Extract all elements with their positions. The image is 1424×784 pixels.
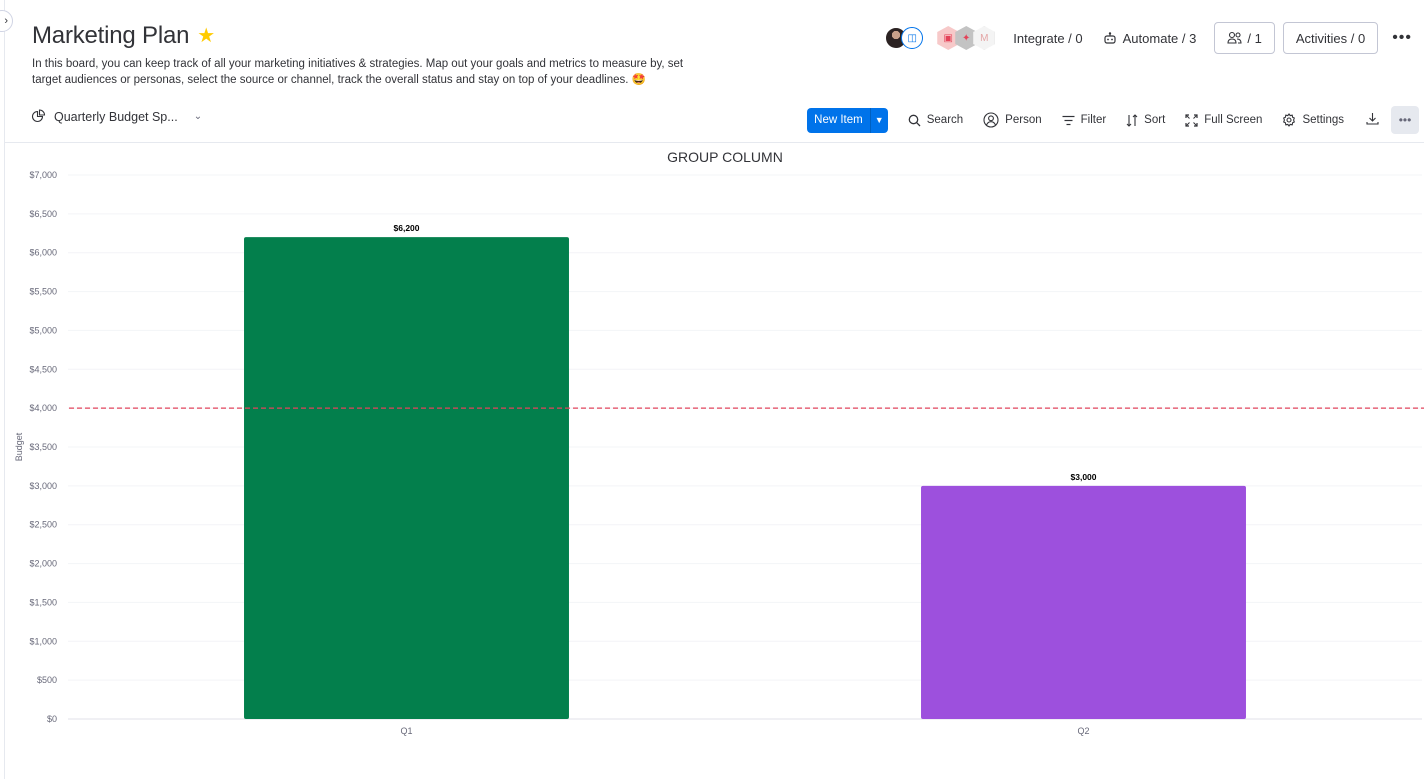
new-item-dropdown[interactable]: ▼ [869,107,888,133]
board-header: Marketing Plan ★ In this board, you can … [32,22,692,88]
automate-button[interactable]: Automate / 3 [1093,31,1207,46]
robot-icon [1104,32,1116,44]
y-tick-label: $2,500 [29,520,57,530]
new-item-button[interactable]: New Item ▼ [807,107,888,133]
toolbar-more-button[interactable]: ••• [1391,106,1419,134]
search-label: Search [926,114,964,126]
board-description: In this board, you can keep track of all… [32,58,684,86]
pie-chart-icon [31,109,46,123]
integrate-label: Integrate / 0 [1013,30,1083,46]
bars: $6,200 $3,000 [244,223,1246,719]
integrate-button[interactable]: Integrate / 0 [1003,31,1092,46]
filter-button[interactable]: Filter [1052,114,1117,126]
sort-button[interactable]: Sort [1116,113,1175,127]
board-title[interactable]: Marketing Plan [32,22,189,50]
bar-q1[interactable] [244,237,569,719]
chevron-right-icon: › [4,15,8,27]
y-tick-label: $3,500 [29,442,57,452]
view-selector[interactable]: Quarterly Budget Sp... ⌄ [31,109,202,124]
full-screen-label: Full Screen [1204,114,1263,126]
y-tick-label: $4,500 [29,364,57,374]
x-tick-label: Q2 [1077,726,1089,736]
activities-button[interactable]: Activities / 0 [1282,22,1379,54]
y-tick-label: $2,000 [29,559,57,569]
settings-label: Settings [1302,114,1344,126]
guest-access-icon[interactable]: ◫ [901,27,924,49]
y-tick-label: $1,000 [29,636,57,646]
view-toolbar: Quarterly Budget Sp... ⌄ New Item ▼ Sear… [5,100,1424,143]
group-column-chart: GROUP COLUMN $0 $500 $1,000 $1,500 $2,000 $2,… [14,149,1424,736]
new-item-label[interactable]: New Item [807,108,870,133]
bar-value-label: $3,000 [1071,472,1097,482]
integration-gmail-icon: M [973,26,996,50]
y-tick-label: $7,000 [29,170,57,180]
chart-title: GROUP COLUMN [667,149,783,165]
activities-label: Activities / 0 [1295,30,1366,46]
bar-value-label: $6,200 [394,223,420,233]
members-button[interactable]: / 1 [1214,22,1275,54]
automate-label: Automate / 3 [1122,30,1197,46]
download-icon [1366,113,1379,125]
gear-icon [1283,113,1296,127]
sort-label: Sort [1144,114,1166,126]
person-filter-button[interactable]: Person [973,112,1051,128]
full-screen-button[interactable]: Full Screen [1175,113,1272,127]
chevron-down-icon: ⌄ [193,111,203,122]
y-tick-label: $3,000 [29,481,57,491]
y-axis-label: Budget [14,432,24,461]
people-icon [1227,31,1242,44]
y-tick-label: $500 [37,675,57,685]
view-name: Quarterly Budget Sp... [54,109,178,124]
integration-icons[interactable]: ▣ ✦ M [937,26,996,50]
y-tick-label: $6,000 [29,248,57,258]
person-icon [983,112,999,128]
toolbar-actions: New Item ▼ Search Person Filter Sort Ful… [807,106,1419,134]
board-more-menu[interactable]: ••• [1392,29,1412,47]
bar-q2[interactable] [921,485,1246,719]
person-label: Person [1005,114,1042,126]
y-tick-label: $5,500 [29,287,57,297]
y-tick-label: $5,000 [29,325,57,335]
board-actions: ◫ ▣ ✦ M Integrate / 0 Automate / 3 / 1 A… [885,22,1412,54]
more-icon: ••• [1392,29,1412,46]
search-button[interactable]: Search [898,114,973,127]
filter-label: Filter [1080,114,1107,126]
x-tick-label: Q1 [400,726,412,736]
search-icon [908,114,921,126]
y-tick-label: $6,500 [29,209,57,219]
y-tick-label: $1,500 [29,597,57,607]
chart-container: GROUP COLUMN $0 $500 $1,000 $1,500 $2,000 $2,… [5,143,1424,779]
expand-sidebar-button[interactable]: › [0,10,13,32]
y-tick-label: $0 [47,714,57,724]
settings-button[interactable]: Settings [1272,113,1354,127]
filter-icon [1062,115,1075,125]
avatar-group[interactable]: ◫ [885,27,924,49]
expand-icon [1185,113,1198,127]
members-count: / 1 [1247,30,1262,46]
more-icon: ••• [1398,113,1412,127]
chevron-down-icon: ▼ [874,115,884,125]
y-tick-label: $4,000 [29,403,57,413]
y-axis-ticks: $0 $500 $1,000 $1,500 $2,000 $2,500 $3,000 $3,5… [29,170,57,724]
sort-icon [1126,113,1138,127]
x-axis-ticks: Q1 Q2 [400,726,1089,736]
download-button[interactable] [1354,112,1391,128]
star-icon[interactable]: ★ [197,26,215,46]
